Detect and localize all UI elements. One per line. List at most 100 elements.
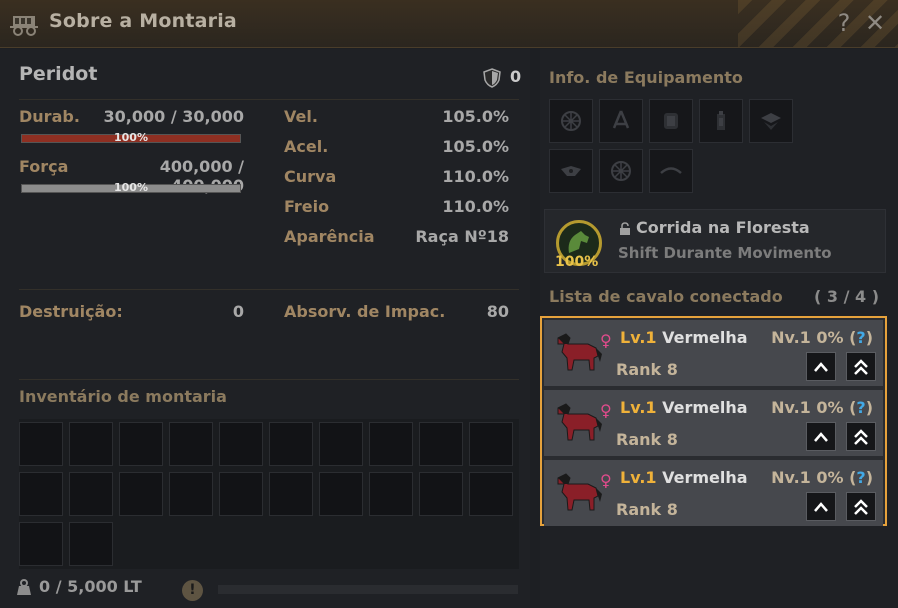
level-up-button[interactable] bbox=[806, 352, 836, 381]
max-level-up-button[interactable] bbox=[846, 352, 876, 381]
horse-level: Lv.1 bbox=[620, 468, 657, 487]
inventory-slot[interactable] bbox=[469, 472, 513, 516]
horse-rank: Rank 8 bbox=[616, 500, 678, 519]
equip-slot-helmet[interactable] bbox=[549, 149, 593, 193]
shield-icon bbox=[483, 68, 501, 88]
double-chevron-up-icon bbox=[854, 358, 868, 375]
stat-value-brake: 110.0% bbox=[442, 197, 509, 216]
skill-box[interactable]: 100% Corrida na Floresta Shift Durante M… bbox=[544, 209, 886, 273]
divider bbox=[19, 99, 519, 100]
stat-value-appearance: Raça Nº18 bbox=[415, 227, 509, 246]
impact-value: 80 bbox=[486, 302, 509, 321]
max-level-up-button[interactable] bbox=[846, 422, 876, 451]
equip-slot-wheel[interactable] bbox=[599, 149, 643, 193]
stat-label-acceleration: Acel. bbox=[284, 137, 329, 156]
chevron-up-icon bbox=[814, 361, 828, 372]
equip-slot-horseshoe[interactable] bbox=[549, 99, 593, 143]
wheel-icon bbox=[611, 161, 631, 181]
stat-value-acceleration: 105.0% bbox=[442, 137, 509, 156]
horse-name-text: Vermelha bbox=[662, 398, 748, 417]
inventory-slot[interactable] bbox=[69, 422, 113, 466]
force-percent: 100% bbox=[114, 181, 148, 194]
inventory-slot[interactable] bbox=[119, 422, 163, 466]
inventory-slot[interactable] bbox=[319, 422, 363, 466]
nv-text: Nv.1 0% ( bbox=[771, 398, 857, 417]
horse-rank: Rank 8 bbox=[616, 360, 678, 379]
nv-close: ) bbox=[865, 398, 873, 417]
inventory-slot[interactable] bbox=[469, 422, 513, 466]
double-chevron-up-icon bbox=[854, 498, 868, 515]
horse-level: Lv.1 bbox=[620, 398, 657, 417]
max-level-up-button[interactable] bbox=[846, 492, 876, 521]
help-link[interactable]: ? bbox=[856, 398, 865, 417]
reins-icon bbox=[660, 167, 682, 174]
inventory-slot[interactable] bbox=[269, 422, 313, 466]
inventory-slot[interactable] bbox=[19, 472, 63, 516]
inventory-slot[interactable] bbox=[419, 472, 463, 516]
inventory-slot[interactable] bbox=[19, 522, 63, 566]
inventory-slot[interactable] bbox=[419, 422, 463, 466]
equip-slot-stirrup[interactable] bbox=[599, 99, 643, 143]
barding-icon bbox=[761, 113, 781, 130]
stat-value-speed: 105.0% bbox=[442, 107, 509, 126]
help-link[interactable]: ? bbox=[856, 468, 865, 487]
durability-label: Durab. bbox=[19, 107, 80, 126]
horse-portrait bbox=[557, 473, 602, 511]
equipment-panel: Info. de Equipamento 100% Corrida na Flo… bbox=[540, 49, 898, 608]
linked-horses-title: Lista de cavalo conectado bbox=[549, 287, 783, 306]
horse-level-name: Lv.1 Vermelha bbox=[620, 328, 748, 347]
inventory-grid bbox=[19, 419, 519, 569]
horse-level: Lv.1 bbox=[620, 328, 657, 347]
horse-nv: Nv.1 0% (?) bbox=[771, 398, 873, 417]
inventory-slot[interactable] bbox=[169, 422, 213, 466]
inventory-slot[interactable] bbox=[119, 472, 163, 516]
inventory-slot[interactable] bbox=[19, 422, 63, 466]
female-icon: ♀ bbox=[600, 331, 612, 350]
horse-name-text: Vermelha bbox=[662, 328, 748, 347]
equip-slot-lantern[interactable] bbox=[699, 99, 743, 143]
equip-slot-saddle[interactable] bbox=[649, 99, 693, 143]
destruction-label: Destruição: bbox=[19, 302, 123, 321]
horse-nv: Nv.1 0% (?) bbox=[771, 468, 873, 487]
horse-portrait bbox=[557, 403, 602, 441]
mount-info-panel: Peridot 0 Durab. 30,000 / 30,000 100% Fo… bbox=[0, 49, 530, 608]
weight-text: 0 / 5,000 LT bbox=[39, 577, 142, 596]
stat-label-brake: Freio bbox=[284, 197, 330, 216]
inventory-slot[interactable] bbox=[219, 472, 263, 516]
weight-bar bbox=[218, 585, 518, 594]
double-chevron-up-icon bbox=[854, 428, 868, 445]
stat-label-appearance: Aparência bbox=[284, 227, 375, 246]
level-up-button[interactable] bbox=[806, 422, 836, 451]
equip-slot-barding[interactable] bbox=[749, 99, 793, 143]
inventory-slot[interactable] bbox=[169, 472, 213, 516]
saddle-icon bbox=[664, 113, 678, 129]
inventory-slot[interactable] bbox=[369, 472, 413, 516]
linked-horse-item[interactable]: ♀ Lv.1 Vermelha Nv.1 0% (?) Rank 8 bbox=[544, 460, 883, 526]
inventory-slot[interactable] bbox=[219, 422, 263, 466]
close-button[interactable]: ✕ bbox=[864, 9, 886, 37]
inventory-slot[interactable] bbox=[269, 472, 313, 516]
chevron-up-icon bbox=[814, 431, 828, 442]
level-up-button[interactable] bbox=[806, 492, 836, 521]
female-icon: ♀ bbox=[600, 401, 612, 420]
inventory-title: Inventário de montaria bbox=[19, 387, 227, 406]
lantern-icon bbox=[717, 111, 725, 130]
destruction-value: 0 bbox=[232, 302, 244, 321]
horse-name: Peridot bbox=[19, 63, 98, 85]
inventory-slot[interactable] bbox=[369, 422, 413, 466]
help-button[interactable]: ? bbox=[834, 9, 854, 37]
nv-text: Nv.1 0% ( bbox=[771, 468, 857, 487]
equip-slot-reins[interactable] bbox=[649, 149, 693, 193]
force-label: Força bbox=[19, 157, 69, 176]
linked-horse-item[interactable]: ♀ Lv.1 Vermelha Nv.1 0% (?) Rank 8 bbox=[544, 320, 883, 386]
inventory-slot[interactable] bbox=[69, 472, 113, 516]
horse-name-text: Vermelha bbox=[662, 468, 748, 487]
help-link[interactable]: ? bbox=[856, 328, 865, 347]
warning-icon[interactable]: ! bbox=[182, 580, 203, 601]
linked-horse-item[interactable]: ♀ Lv.1 Vermelha Nv.1 0% (?) Rank 8 bbox=[544, 390, 883, 456]
equipment-title: Info. de Equipamento bbox=[549, 68, 743, 87]
impact-label: Absorv. de Impac. bbox=[284, 302, 446, 321]
inventory-slot[interactable] bbox=[69, 522, 113, 566]
stat-label-speed: Vel. bbox=[284, 107, 318, 126]
inventory-slot[interactable] bbox=[319, 472, 363, 516]
